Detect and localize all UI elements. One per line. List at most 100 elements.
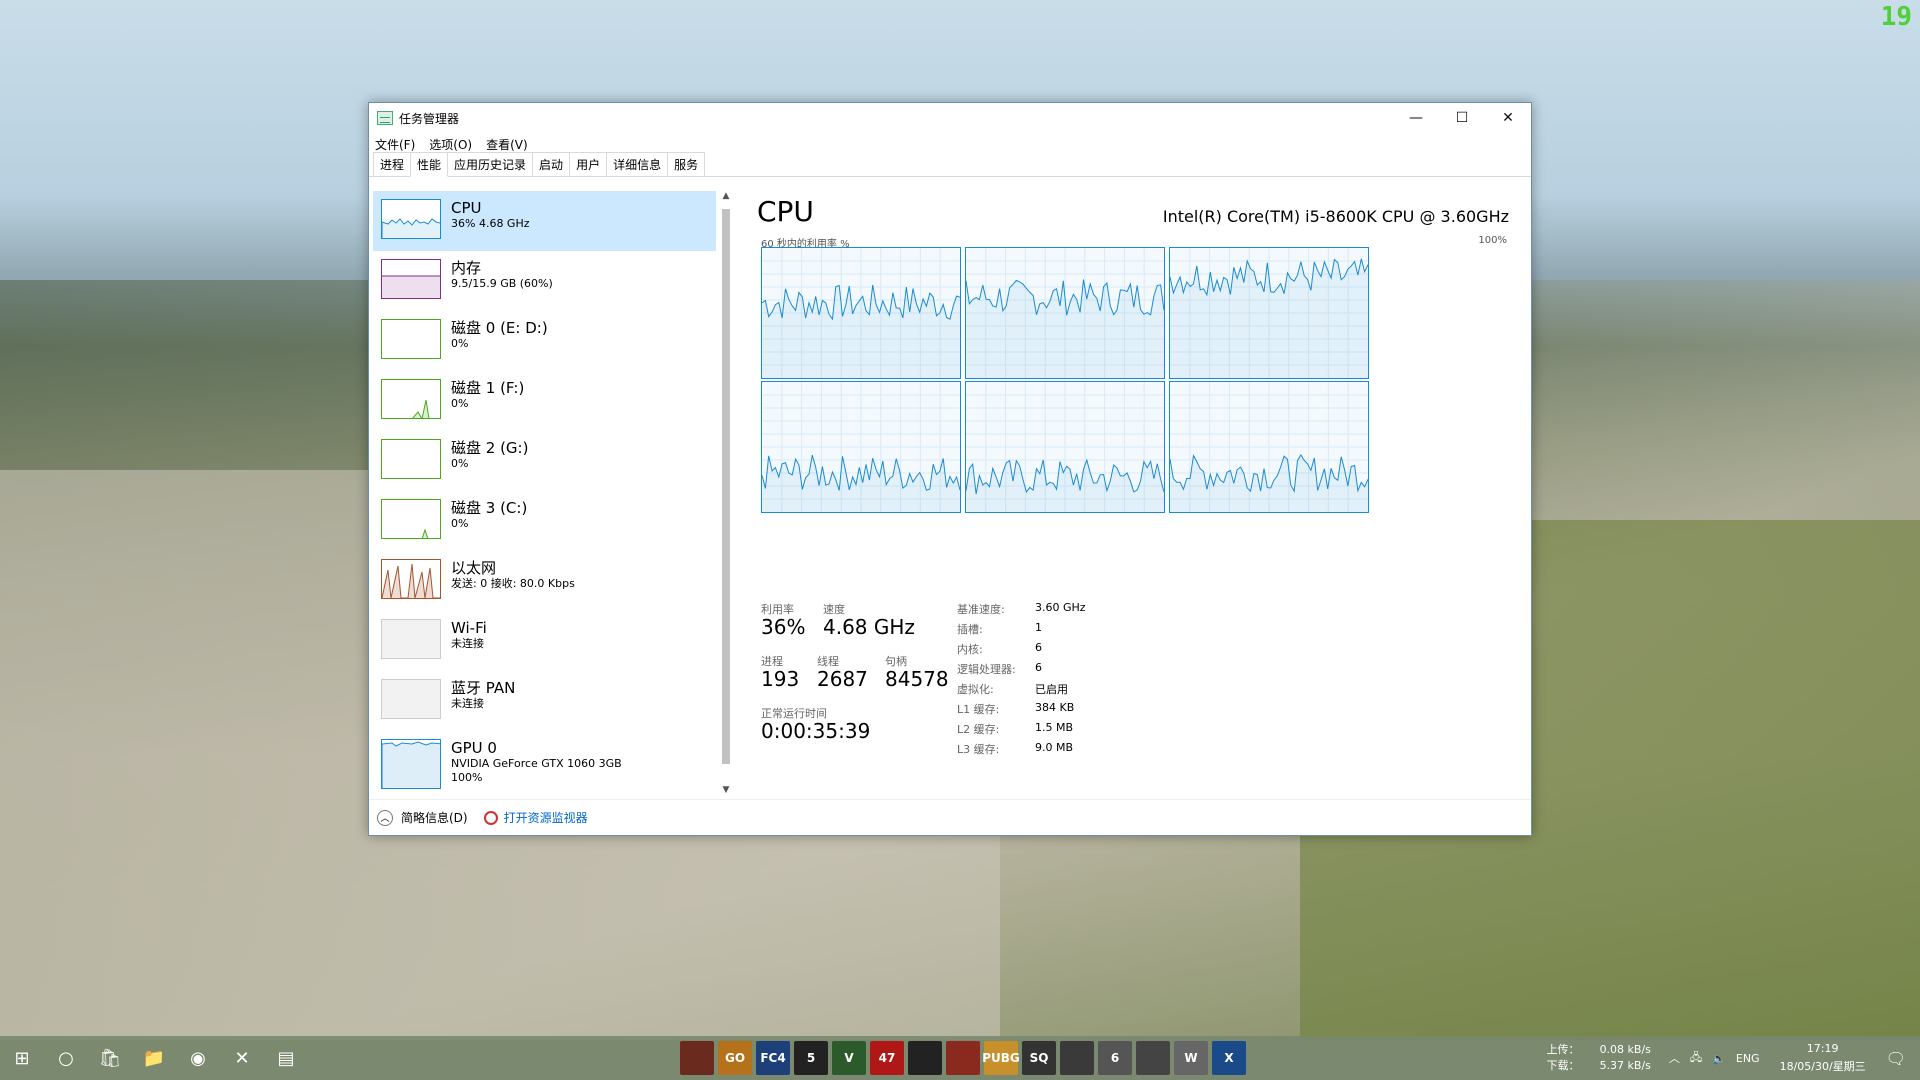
scroll-up-arrow[interactable]: ▲ — [719, 191, 733, 201]
download-label: 下载： — [1546, 1059, 1580, 1072]
core-5-graph — [1169, 381, 1369, 513]
game-shortcut-icon[interactable] — [680, 1041, 714, 1075]
show-hidden-icons-chevron-icon[interactable]: ︿ — [1669, 1050, 1680, 1066]
game-shortcut-icon[interactable]: V — [832, 1041, 866, 1075]
sidebar-item-wifi[interactable]: Wi-Fi 未连接 — [373, 611, 716, 671]
game-shortcut-icon[interactable]: PUBG — [982, 1041, 1020, 1075]
tab-processes[interactable]: 进程 — [373, 152, 412, 176]
sidebar-item-name: 磁盘 0 (E: D:) — [451, 319, 548, 337]
game-shortcut-icon[interactable] — [1060, 1041, 1094, 1075]
tab-performance[interactable]: 性能 — [410, 152, 449, 177]
sidebar-item-detail: 0% — [451, 397, 469, 410]
chrome-icon[interactable]: ◉ — [176, 1036, 220, 1080]
sidebar-item-memory[interactable]: 内存 9.5/15.9 GB (60%) — [373, 251, 716, 311]
spec-label: 基准速度: — [957, 603, 1005, 616]
sidebar-item-disk2[interactable]: 磁盘 2 (G:) 0% — [373, 431, 716, 491]
game-shortcut-icon[interactable]: SQ — [1022, 1041, 1056, 1075]
menu-view[interactable]: 查看(V) — [486, 136, 528, 153]
wifi-thumbnail-graph — [381, 619, 441, 659]
fewer-details-link[interactable]: 简略信息(D) — [401, 809, 468, 826]
clock[interactable]: 17:19 18/05/30/星期三 — [1780, 1040, 1866, 1076]
scroll-down-arrow[interactable]: ▼ — [719, 785, 733, 795]
tab-services[interactable]: 服务 — [667, 152, 706, 176]
graph-max-label: 100% — [1478, 235, 1507, 246]
ethernet-thumbnail-graph — [381, 559, 441, 599]
file-explorer-icon[interactable]: 📁 — [132, 1036, 176, 1080]
core-2-graph — [1169, 247, 1369, 379]
sidebar-item-ethernet[interactable]: 以太网 发送: 0 接收: 80.0 Kbps — [373, 551, 716, 611]
sidebar-item-name: 磁盘 2 (G:) — [451, 439, 529, 457]
game-shortcut-icon[interactable] — [946, 1041, 980, 1075]
sidebar-item-detail: 发送: 0 接收: 80.0 Kbps — [451, 577, 575, 590]
sidebar-item-cpu[interactable]: CPU 36% 4.68 GHz — [373, 191, 716, 251]
tab-details[interactable]: 详细信息 — [606, 152, 669, 176]
network-icon[interactable]: 🖧 — [1690, 1049, 1702, 1068]
game-shortcut-icon[interactable] — [908, 1041, 942, 1075]
download-value: 5.37 kB/s — [1599, 1059, 1651, 1072]
sidebar-item-disk0[interactable]: 磁盘 0 (E: D:) 0% — [373, 311, 716, 371]
title-bar[interactable]: 任务管理器 — ☐ ✕ — [369, 103, 1531, 133]
task-manager-icon — [377, 111, 393, 125]
tab-users[interactable]: 用户 — [569, 152, 608, 176]
spec-value: 9.0 MB — [1035, 741, 1074, 754]
menu-options[interactable]: 选项(O) — [429, 136, 472, 153]
menu-file[interactable]: 文件(F) — [375, 136, 415, 153]
speed-value: 4.68 GHz — [823, 615, 915, 639]
upload-label: 上传： — [1546, 1043, 1580, 1056]
sidebar-item-bluetooth[interactable]: 蓝牙 PAN 未连接 — [373, 671, 716, 731]
input-language[interactable]: ENG — [1736, 1052, 1760, 1065]
game-shortcut-icon[interactable]: W — [1174, 1041, 1208, 1075]
resource-sidebar: CPU 36% 4.68 GHz 内存 9.5/15.9 GB (60%) 磁盘 0… — [373, 191, 716, 795]
game-shortcut-icon[interactable]: 47 — [870, 1041, 904, 1075]
game-shortcut-icon[interactable]: 6 — [1098, 1041, 1132, 1075]
sidebar-item-detail-2: 100% — [451, 771, 483, 784]
game-shortcut-icon[interactable]: FC4 — [756, 1041, 790, 1075]
spec-label: L3 缓存: — [957, 743, 1000, 756]
sidebar-item-disk3[interactable]: 磁盘 3 (C:) 0% — [373, 491, 716, 551]
cpu-thumbnail-graph — [381, 199, 441, 239]
maximize-button[interactable]: ☐ — [1439, 103, 1485, 133]
cortana-search-icon[interactable]: ○ — [44, 1036, 88, 1080]
disk-thumbnail-graph — [381, 379, 441, 419]
open-resource-monitor-link[interactable]: 打开资源监视器 — [504, 809, 588, 826]
game-shortcut-icon[interactable]: X — [1212, 1041, 1246, 1075]
core-0-graph — [761, 247, 961, 379]
minimize-button[interactable]: — — [1393, 103, 1439, 133]
spec-label: 插槽: — [957, 623, 983, 636]
tab-app-history[interactable]: 应用历史记录 — [447, 152, 534, 176]
sidebar-item-detail: 0% — [451, 517, 469, 530]
scroll-thumb[interactable] — [722, 209, 730, 764]
fps-counter: 19 — [1880, 2, 1912, 32]
util-value: 36% — [761, 615, 806, 639]
sidebar-item-detail: 0% — [451, 337, 469, 350]
sidebar-item-disk1[interactable]: 磁盘 1 (F:) 0% — [373, 371, 716, 431]
chevron-up-icon[interactable]: ︿ — [377, 809, 393, 826]
bluetooth-thumbnail-graph — [381, 679, 441, 719]
clock-date: 18/05/30/星期三 — [1779, 1060, 1866, 1073]
game-shortcut-icon[interactable]: 5 — [794, 1041, 828, 1075]
gpu-thumbnail-graph — [381, 739, 441, 789]
store-icon[interactable]: 🛍 — [88, 1036, 132, 1080]
clock-time: 17:19 — [1806, 1042, 1839, 1055]
action-center-icon[interactable]: 🗨 — [1886, 1049, 1906, 1068]
game-shortcut-icon[interactable] — [1136, 1041, 1170, 1075]
spec-label: 内核: — [957, 643, 983, 656]
volume-icon[interactable]: 🔈 — [1712, 1052, 1726, 1065]
sidebar-scrollbar[interactable]: ▲ ▼ — [719, 191, 733, 795]
xplane-icon[interactable]: ✕ — [220, 1036, 264, 1080]
start-windows-icon[interactable]: ⊞ — [0, 1036, 44, 1080]
core-3-graph — [761, 381, 961, 513]
game-shortcut-icon[interactable]: GO — [718, 1041, 752, 1075]
sidebar-item-detail: 36% 4.68 GHz — [451, 217, 530, 230]
threads-value: 2687 — [817, 667, 868, 691]
close-button[interactable]: ✕ — [1485, 103, 1531, 133]
task-manager-window: 任务管理器 — ☐ ✕ 文件(F) 选项(O) 查看(V) 进程 性能 应用历史… — [368, 102, 1532, 836]
tab-startup[interactable]: 启动 — [532, 152, 571, 176]
sidebar-item-name: Wi-Fi — [451, 619, 487, 637]
handles-value: 84578 — [885, 667, 949, 691]
task-manager-taskbar-icon[interactable]: ▤ — [264, 1036, 308, 1080]
spec-value: 1.5 MB — [1035, 721, 1074, 734]
core-graphs — [761, 247, 1505, 573]
sidebar-item-detail: 9.5/15.9 GB (60%) — [451, 277, 553, 290]
sidebar-item-gpu[interactable]: GPU 0 NVIDIA GeForce GTX 1060 3GB 100% — [373, 731, 716, 791]
